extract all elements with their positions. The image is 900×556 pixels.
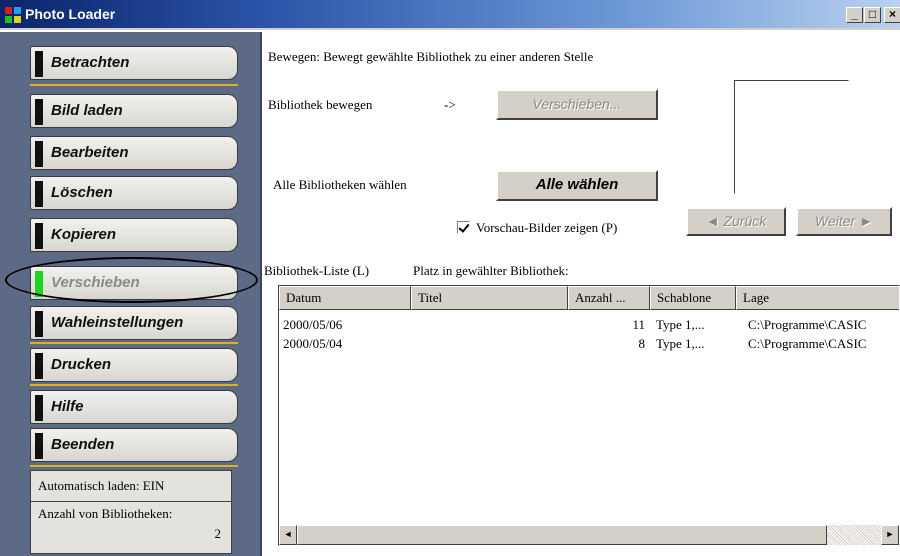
cell-schablone: Type 1,...	[656, 336, 705, 351]
column-header-anzahl[interactable]: Anzahl ...	[568, 286, 650, 310]
sidebar-item-drucken[interactable]: Drucken	[30, 348, 238, 382]
table-row[interactable]: 2000/05/06 11 Type 1,... C:\Programme\CA…	[279, 317, 899, 335]
divider	[30, 342, 238, 344]
cell-datum: 2000/05/06	[283, 317, 343, 332]
sidebar-item-label: Kopieren	[51, 226, 117, 243]
preview-box	[734, 80, 849, 194]
button-notch-icon	[35, 223, 43, 249]
button-notch-icon	[35, 181, 43, 207]
library-list-label: Bibliothek-Liste (L)	[264, 263, 370, 278]
sidebar-item-label: Betrachten	[51, 54, 130, 71]
scroll-thumb[interactable]	[297, 525, 827, 545]
sidebar-item-label: Löschen	[51, 184, 113, 201]
column-header-lage[interactable]: Lage	[736, 286, 899, 310]
scroll-track[interactable]	[827, 525, 881, 545]
button-notch-icon	[35, 99, 43, 125]
sidebar-item-bild-laden[interactable]: Bild laden	[30, 94, 238, 128]
library-count-label: Anzahl von Bibliotheken:	[38, 506, 173, 521]
cell-anzahl: 8	[638, 336, 646, 351]
library-count-value: 2	[214, 526, 222, 541]
title-bar[interactable]: Photo Loader _ □ ×	[0, 0, 900, 30]
autoload-status: Automatisch laden: EIN	[30, 470, 232, 502]
select-all-label: Alle Bibliotheken wählen	[273, 177, 407, 192]
library-list[interactable]: Datum Titel Anzahl ... Schablone Lage 20…	[278, 285, 900, 546]
verschieben-button[interactable]: Verschieben...	[496, 89, 658, 120]
sidebar-item-kopieren[interactable]: Kopieren	[30, 218, 238, 252]
sidebar-item-label: Bearbeiten	[51, 144, 129, 161]
app-icon	[5, 7, 21, 23]
table-row[interactable]: 2000/05/04 8 Type 1,... C:\Programme\CAS…	[279, 336, 899, 354]
highlight-ellipse	[5, 257, 258, 303]
preview-checkbox-label: Vorschau-Bilder zeigen (P)	[476, 220, 618, 235]
back-button[interactable]: ◄ Zurück	[686, 207, 786, 236]
preview-checkbox-row[interactable]: Vorschau-Bilder zeigen (P)	[457, 220, 617, 236]
scroll-right-icon[interactable]: ►	[881, 525, 899, 545]
minimize-button[interactable]: _	[846, 7, 863, 23]
sidebar-item-label: Bild laden	[51, 102, 123, 119]
button-notch-icon	[35, 395, 43, 421]
list-header: Datum Titel Anzahl ... Schablone Lage	[279, 286, 899, 310]
cell-anzahl: 11	[632, 317, 645, 332]
sidebar-item-label: Beenden	[51, 436, 115, 453]
button-notch-icon	[35, 433, 43, 459]
sidebar-item-betrachten[interactable]: Betrachten	[30, 46, 238, 80]
cell-lage: C:\Programme\CASIC	[748, 317, 867, 332]
column-header-titel[interactable]: Titel	[411, 286, 568, 310]
maximize-button[interactable]: □	[864, 7, 881, 23]
move-label: Bibliothek bewegen	[268, 97, 373, 112]
cell-schablone: Type 1,...	[656, 317, 705, 332]
sidebar-item-hilfe[interactable]: Hilfe	[30, 390, 238, 424]
cell-datum: 2000/05/04	[283, 336, 343, 351]
select-all-button[interactable]: Alle wählen	[496, 170, 658, 201]
scroll-left-icon[interactable]: ◄	[279, 525, 297, 545]
place-label: Platz in gewählter Bibliothek:	[413, 263, 569, 278]
button-notch-icon	[35, 51, 43, 77]
divider	[30, 465, 238, 467]
window-title: Photo Loader	[25, 6, 116, 22]
button-notch-icon	[35, 353, 43, 379]
button-notch-icon	[35, 141, 43, 167]
close-button[interactable]: ×	[884, 7, 900, 23]
arrow-text: ->	[444, 97, 456, 112]
cell-lage: C:\Programme\CASIC	[748, 336, 867, 351]
button-notch-icon	[35, 311, 43, 337]
sidebar-item-label: Drucken	[51, 356, 112, 373]
column-header-schablone[interactable]: Schablone	[650, 286, 736, 310]
sidebar-item-beenden[interactable]: Beenden	[30, 428, 238, 462]
function-description: Bewegen: Bewegt gewählte Bibliothek zu e…	[268, 49, 594, 64]
sidebar-item-label: Wahleinstellungen	[51, 314, 184, 331]
preview-checkbox[interactable]	[457, 221, 470, 234]
next-button[interactable]: Weiter ►	[796, 207, 892, 236]
horizontal-scrollbar[interactable]: ◄ ►	[279, 525, 899, 545]
sidebar-item-loeschen[interactable]: Löschen	[30, 176, 238, 210]
divider	[30, 384, 238, 386]
divider	[30, 84, 238, 86]
sidebar-item-bearbeiten[interactable]: Bearbeiten	[30, 136, 238, 170]
sidebar-item-wahleinstellungen[interactable]: Wahleinstellungen	[30, 306, 238, 340]
column-header-datum[interactable]: Datum	[279, 286, 411, 310]
sidebar-item-label: Hilfe	[51, 398, 84, 415]
library-count-box: Anzahl von Bibliotheken: 2	[30, 501, 232, 554]
